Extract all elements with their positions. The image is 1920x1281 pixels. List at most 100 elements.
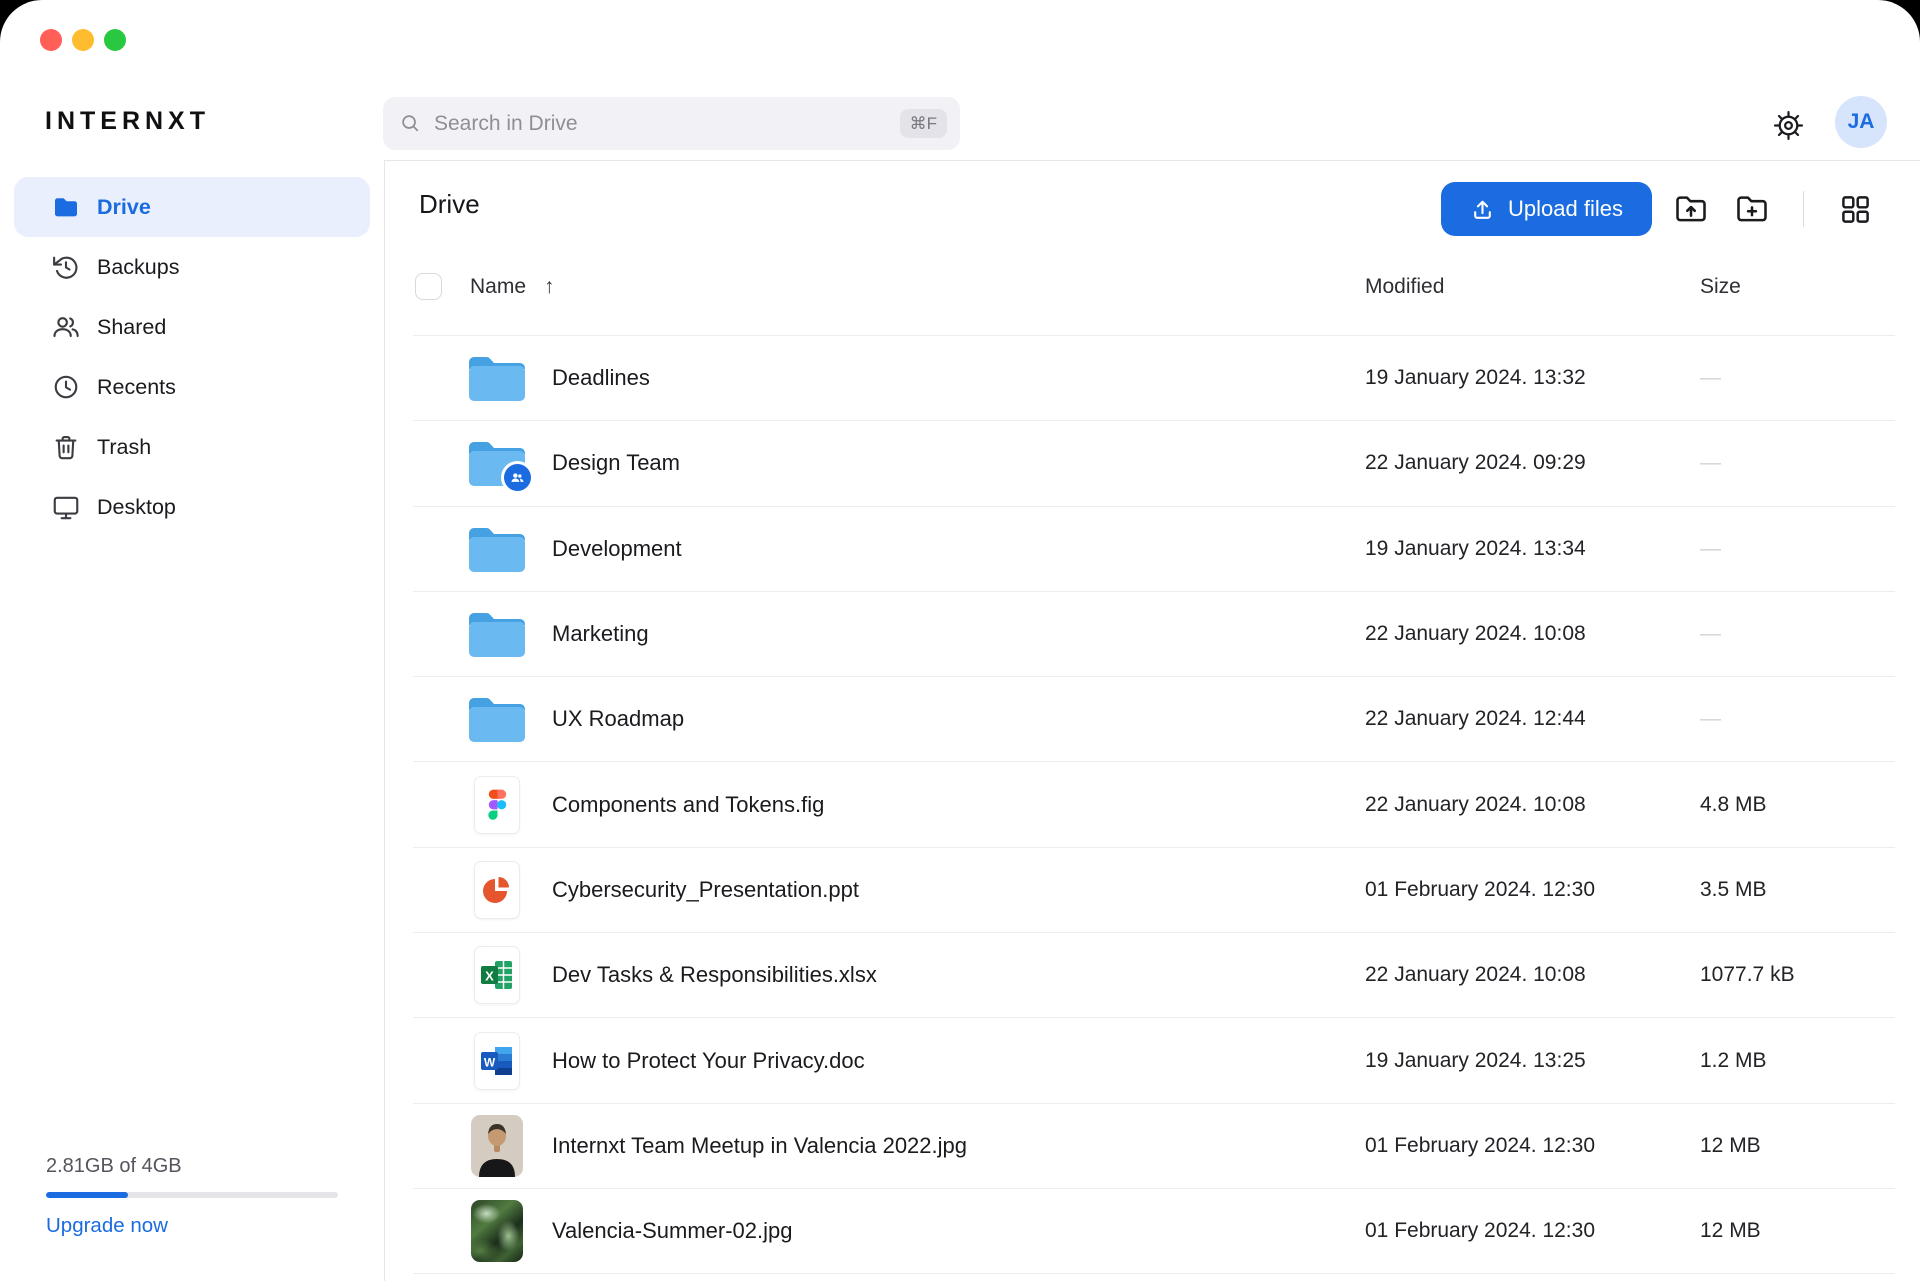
file-modified: 01 February 2024. 12:30 xyxy=(1365,1134,1595,1158)
file-name: Dev Tasks & Responsibilities.xlsx xyxy=(552,962,877,988)
close-window-button[interactable] xyxy=(40,29,62,51)
sidebar-item-drive[interactable]: Drive xyxy=(14,177,370,237)
file-size: 1077.7 kB xyxy=(1700,963,1795,987)
file-modified: 19 January 2024. 13:25 xyxy=(1365,1049,1586,1073)
file-size: — xyxy=(1700,537,1721,561)
file-modified: 22 January 2024. 10:08 xyxy=(1365,793,1586,817)
table-row[interactable]: Design Team 22 January 2024. 09:29 — xyxy=(413,421,1895,506)
table-row[interactable]: Deadlines 19 January 2024. 13:32 — xyxy=(413,336,1895,421)
table-row[interactable]: X Dev Tasks & Responsibilities.xlsx 22 J… xyxy=(413,933,1895,1018)
file-size: — xyxy=(1700,707,1721,731)
file-name: Marketing xyxy=(552,621,649,647)
new-folder-button[interactable] xyxy=(1730,187,1774,231)
file-modified: 22 January 2024. 10:08 xyxy=(1365,622,1586,646)
file-size: 12 MB xyxy=(1700,1134,1761,1158)
file-name: Components and Tokens.fig xyxy=(552,792,824,818)
file-name: Cybersecurity_Presentation.ppt xyxy=(552,877,859,903)
users-icon xyxy=(51,312,81,342)
monitor-icon xyxy=(51,492,81,522)
upload-folder-button[interactable] xyxy=(1669,187,1713,231)
sidebar-item-label: Recents xyxy=(97,375,176,400)
file-name: UX Roadmap xyxy=(552,706,684,732)
table-row[interactable]: Marketing 22 January 2024. 10:08 — xyxy=(413,592,1895,677)
history-icon xyxy=(51,252,81,282)
folder-upload-icon xyxy=(1673,191,1709,227)
file-name: How to Protect Your Privacy.doc xyxy=(552,1048,865,1074)
sidebar-item-label: Trash xyxy=(97,435,151,460)
file-name: Development xyxy=(552,536,682,562)
clock-icon xyxy=(51,372,81,402)
table-row[interactable]: Internxt Team Meetup in Valencia 2022.jp… xyxy=(413,1104,1895,1189)
name-column-header[interactable]: Name↑ xyxy=(470,275,555,299)
svg-text:W: W xyxy=(484,1055,496,1069)
storage-progress-fill xyxy=(46,1192,128,1198)
folder-plus-icon xyxy=(1734,191,1770,227)
grid-view-icon xyxy=(1839,193,1872,226)
sidebar-item-recents[interactable]: Recents xyxy=(14,357,370,417)
storage-widget: 2.81GB of 4GB Upgrade now xyxy=(46,1155,338,1238)
table-header: Name↑ Modified Size xyxy=(385,273,1920,303)
sidebar: Drive Backups Shared Recents Trash Deskt… xyxy=(0,160,385,1281)
sidebar-item-desktop[interactable]: Desktop xyxy=(14,477,370,537)
size-column-header: Size xyxy=(1700,275,1741,299)
search-bar[interactable]: ⌘F xyxy=(383,97,960,150)
file-size: 1.2 MB xyxy=(1700,1049,1767,1073)
gear-icon xyxy=(1773,110,1804,141)
upload-files-label: Upload files xyxy=(1508,196,1623,222)
folder-icon xyxy=(469,526,525,572)
table-row[interactable]: Components and Tokens.fig 22 January 202… xyxy=(413,762,1895,847)
upgrade-link[interactable]: Upgrade now xyxy=(46,1214,168,1238)
sidebar-nav: Drive Backups Shared Recents Trash Deskt… xyxy=(0,160,384,537)
sidebar-item-backups[interactable]: Backups xyxy=(14,237,370,297)
sidebar-item-label: Shared xyxy=(97,315,166,340)
file-name: Internxt Team Meetup in Valencia 2022.jp… xyxy=(552,1133,967,1159)
table-row[interactable]: Valencia-Summer-02.jpg 01 February 2024.… xyxy=(413,1189,1895,1274)
table-row[interactable]: Cybersecurity_Presentation.ppt 01 Februa… xyxy=(413,848,1895,933)
file-size: — xyxy=(1700,451,1721,475)
grid-view-button[interactable] xyxy=(1833,187,1877,231)
internxt-logo: INTERNXT xyxy=(45,107,210,136)
folder-icon xyxy=(469,611,525,657)
account-avatar[interactable]: JA xyxy=(1835,96,1887,148)
file-size: — xyxy=(1700,366,1721,390)
folder-filled-icon xyxy=(51,192,81,222)
upload-files-button[interactable]: Upload files xyxy=(1441,182,1652,236)
trash-icon xyxy=(51,432,81,462)
file-modified: 01 February 2024. 12:30 xyxy=(1365,878,1595,902)
file-name: Valencia-Summer-02.jpg xyxy=(552,1218,792,1244)
file-size: 4.8 MB xyxy=(1700,793,1767,817)
screen: INTERNXT ⌘F JA Drive Backups Shared Rece… xyxy=(0,0,1920,1281)
folder-icon xyxy=(469,355,525,401)
window-controls xyxy=(40,29,126,51)
sort-ascending-icon: ↑ xyxy=(544,275,555,298)
figma-file-icon xyxy=(474,776,520,834)
shared-folder-badge xyxy=(504,464,531,491)
file-modified: 19 January 2024. 13:34 xyxy=(1365,537,1586,561)
file-list: Deadlines 19 January 2024. 13:32 — Desig… xyxy=(413,335,1895,1274)
search-input[interactable] xyxy=(434,112,900,136)
photo-thumbnail-leaves xyxy=(471,1200,523,1262)
sidebar-item-trash[interactable]: Trash xyxy=(14,417,370,477)
photo-thumbnail-portrait xyxy=(471,1115,523,1177)
table-row[interactable]: Development 19 January 2024. 13:34 — xyxy=(413,507,1895,592)
sidebar-item-label: Backups xyxy=(97,255,179,280)
page-title: Drive xyxy=(419,189,480,220)
select-all-checkbox[interactable] xyxy=(415,273,442,300)
modified-column-header: Modified xyxy=(1365,275,1444,299)
file-size: 12 MB xyxy=(1700,1219,1761,1243)
folder-icon xyxy=(469,440,525,486)
search-icon xyxy=(399,112,422,135)
sidebar-item-label: Drive xyxy=(97,195,151,220)
minimize-window-button[interactable] xyxy=(72,29,94,51)
storage-progress-bar xyxy=(46,1192,338,1198)
storage-usage-label: 2.81GB of 4GB xyxy=(46,1155,338,1178)
settings-button[interactable] xyxy=(1768,105,1808,145)
powerpoint-file-icon xyxy=(474,861,520,919)
file-modified: 01 February 2024. 12:30 xyxy=(1365,1219,1595,1243)
file-name: Design Team xyxy=(552,450,680,476)
table-row[interactable]: W How to Protect Your Privacy.doc 19 Jan… xyxy=(413,1018,1895,1103)
word-file-icon: W xyxy=(474,1032,520,1090)
sidebar-item-shared[interactable]: Shared xyxy=(14,297,370,357)
table-row[interactable]: UX Roadmap 22 January 2024. 12:44 — xyxy=(413,677,1895,762)
zoom-window-button[interactable] xyxy=(104,29,126,51)
